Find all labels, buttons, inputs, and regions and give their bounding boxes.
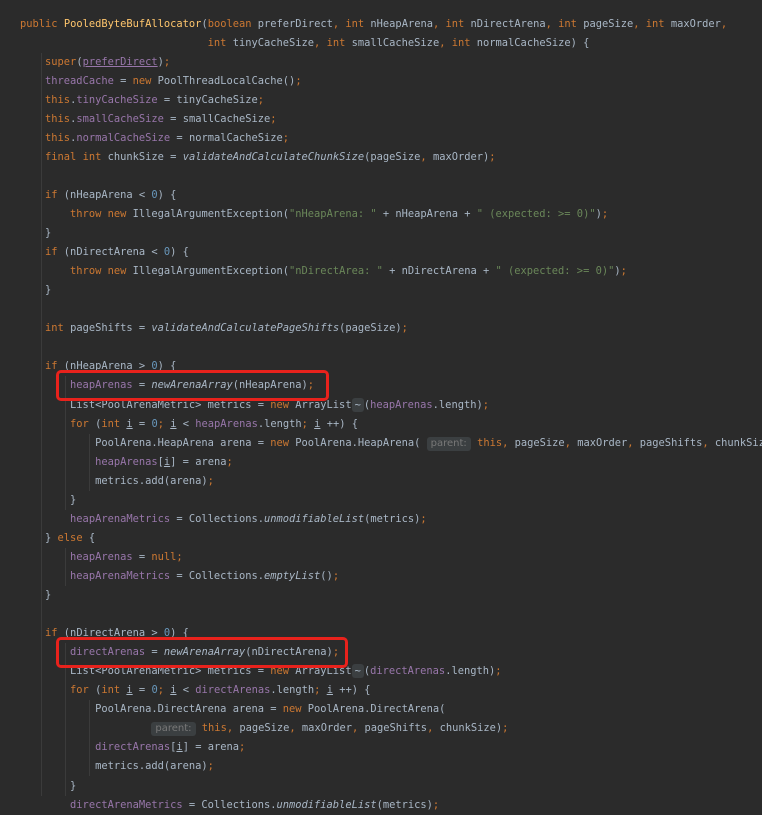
code-line[interactable]: threadCache = new PoolThreadLocalCache()…	[20, 72, 302, 91]
indent-guide	[65, 643, 67, 796]
code-line[interactable]: throw new IllegalArgumentException("nHea…	[20, 205, 608, 224]
code-line[interactable]: this.smallCacheSize = smallCacheSize;	[20, 110, 277, 129]
code-line[interactable]: directArenaMetrics = Collections.unmodif…	[20, 796, 439, 815]
code-line[interactable]: if (nDirectArena < 0) {	[20, 243, 189, 262]
diamond-fold: ~	[351, 397, 364, 412]
parameter-hint: parent:	[426, 436, 471, 451]
code-line[interactable]: List<PoolArenaMetric> metrics = new Arra…	[20, 396, 489, 415]
code-line[interactable]: List<PoolArenaMetric> metrics = new Arra…	[20, 662, 502, 681]
code-line[interactable]: heapArenaMetrics = Collections.unmodifia…	[20, 510, 427, 529]
code-line[interactable]: public PooledByteBufAllocator(boolean pr…	[20, 15, 727, 34]
code-line[interactable]: }	[20, 586, 51, 605]
code-line[interactable]: directArenas = newArenaArray(nDirectAren…	[20, 643, 339, 662]
code-line[interactable]: metrics.add(arena);	[20, 472, 214, 491]
code-line[interactable]: int tinyCacheSize, int smallCacheSize, i…	[20, 34, 590, 53]
indent-guide	[65, 547, 67, 586]
code-line[interactable]: if (nDirectArena > 0) {	[20, 624, 189, 643]
code-line[interactable]: PoolArena.DirectArena arena = new PoolAr…	[20, 700, 445, 719]
code-line[interactable]: }	[20, 281, 51, 300]
code-line[interactable]: for (int i = 0; i < directArenas.length;…	[20, 681, 370, 700]
code-line[interactable]: }	[20, 491, 76, 510]
code-line[interactable]: heapArenas = newArenaArray(nHeapArena);	[20, 376, 314, 395]
code-line[interactable]: heapArenas = null;	[20, 548, 183, 567]
code-line[interactable]: parent: this, pageSize, maxOrder, pageSh…	[20, 719, 508, 738]
code-line[interactable]: if (nHeapArena > 0) {	[20, 357, 176, 376]
code-line[interactable]: this.tinyCacheSize = tinyCacheSize;	[20, 91, 264, 110]
code-editor[interactable]: public PooledByteBufAllocator(boolean pr…	[0, 0, 762, 811]
indent-guide	[89, 433, 91, 491]
code-line[interactable]: }	[20, 224, 51, 243]
code-line[interactable]: PoolArena.HeapArena arena = new PoolAren…	[20, 434, 762, 453]
code-line[interactable]: }	[20, 777, 76, 796]
code-line[interactable]: metrics.add(arena);	[20, 757, 214, 776]
parameter-hint: parent:	[151, 722, 196, 737]
code-line[interactable]: this.normalCacheSize = normalCacheSize;	[20, 129, 289, 148]
indent-guide	[41, 52, 43, 796]
code-line[interactable]: throw new IllegalArgumentException("nDir…	[20, 262, 627, 281]
code-line[interactable]: int pageShifts = validateAndCalculatePag…	[20, 319, 408, 338]
code-line[interactable]: heapArenaMetrics = Collections.emptyList…	[20, 567, 339, 586]
code-line[interactable]: if (nHeapArena < 0) {	[20, 186, 176, 205]
diamond-fold: ~	[351, 664, 364, 679]
code-line[interactable]: } else {	[20, 529, 95, 548]
code-line[interactable]: final int chunkSize = validateAndCalcula…	[20, 148, 495, 167]
indent-guide	[65, 376, 67, 510]
code-line[interactable]: for (int i = 0; i < heapArenas.length; i…	[20, 415, 358, 434]
indent-guide	[89, 700, 91, 777]
code-line[interactable]: directArenas[i] = arena;	[20, 738, 245, 757]
code-line[interactable]: heapArenas[i] = arena;	[20, 453, 233, 472]
code-line[interactable]: super(preferDirect);	[20, 53, 170, 72]
